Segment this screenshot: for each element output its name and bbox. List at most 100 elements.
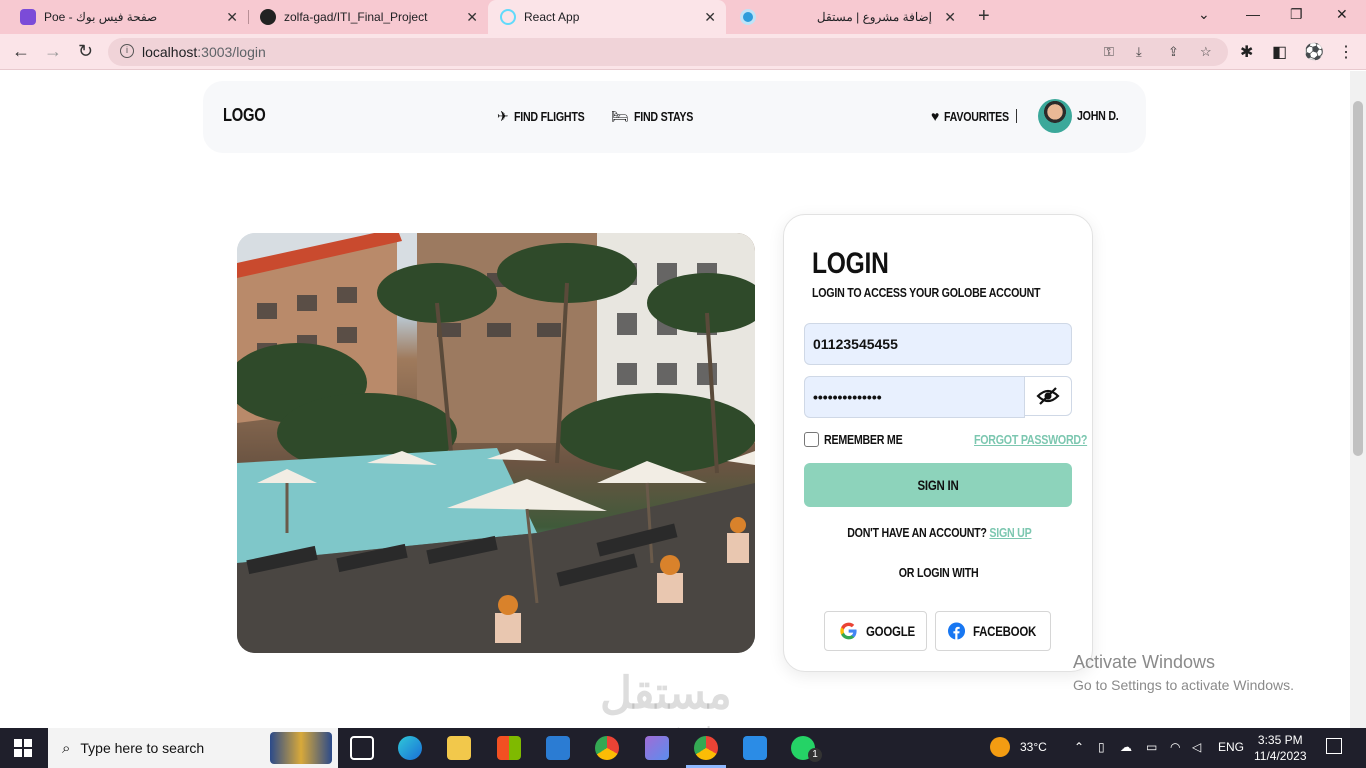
vscode-icon[interactable]	[743, 736, 767, 760]
menu-icon[interactable]: ⋮	[1338, 42, 1354, 62]
github-icon	[260, 9, 276, 25]
google-icon	[840, 622, 857, 640]
url-text[interactable]: localhost:3003/login	[142, 44, 266, 60]
tab-github[interactable]: zolfa-gad/ITI_Final_Project ✕	[248, 0, 488, 34]
toggle-password-visibility-button[interactable]	[1024, 376, 1072, 416]
remember-me[interactable]: REMEMBER ME	[804, 432, 920, 447]
volume-icon[interactable]: ◁	[1192, 740, 1201, 754]
browser-tab-bar: Poe - صفحة فيس بوك ✕ zolfa-gad/ITI_Final…	[0, 0, 1366, 34]
weather-sun-icon[interactable]	[990, 737, 1010, 757]
password-field[interactable]	[804, 376, 1025, 418]
install-icon[interactable]: ⤓	[1136, 44, 1142, 60]
key-icon[interactable]: ⚿	[1104, 44, 1114, 60]
close-icon[interactable]: ✕	[466, 9, 478, 26]
temperature[interactable]: 33°C	[1020, 740, 1047, 754]
taskbar-search-box[interactable]: ⌕ Type here to search	[48, 728, 338, 768]
file-explorer-icon[interactable]	[447, 736, 471, 760]
avatar[interactable]	[1038, 99, 1072, 133]
close-window-button[interactable]: ✕	[1336, 6, 1348, 23]
scrollbar-thumb[interactable]	[1353, 101, 1363, 456]
resort-illustration	[237, 233, 755, 653]
whatsapp-badge: 1	[808, 748, 822, 762]
back-button[interactable]: ←	[12, 41, 30, 62]
tab-title: إضافة مشروع | مستقل	[816, 10, 932, 24]
phone-field[interactable]	[804, 323, 1072, 365]
sign-up-link[interactable]: SIGN UP	[989, 525, 1031, 540]
facebook-login-button[interactable]: FACEBOOK	[935, 611, 1051, 651]
info-icon[interactable]: i	[120, 44, 134, 58]
app-icon[interactable]	[645, 736, 669, 760]
address-bar: ← → ↻ i localhost:3003/login ⚿ ⤓ ⇪ ☆	[0, 34, 1366, 70]
store-icon[interactable]	[497, 736, 521, 760]
minimize-button[interactable]: —	[1246, 6, 1260, 22]
eye-off-icon	[1036, 387, 1060, 405]
task-view-icon[interactable]	[350, 736, 374, 760]
tab-mostaql[interactable]: إضافة مشروع | مستقل ✕	[728, 0, 966, 34]
cloud-icon[interactable]: ☁	[1120, 740, 1132, 754]
or-login-with-text: OR LOGIN WITH	[899, 565, 979, 580]
nav-find-stays[interactable]: 🛏 FIND STAYS	[611, 108, 706, 125]
tab-search-chevron-icon[interactable]: ⌄	[1198, 6, 1210, 23]
share-icon[interactable]: ⇪	[1168, 44, 1179, 60]
side-panel-icon[interactable]: ◧	[1272, 42, 1287, 62]
top-navigation: LOGO ✈ FIND FLIGHTS 🛏 FIND STAYS ♥ FAVOU…	[203, 81, 1146, 153]
page-viewport: LOGO ✈ FIND FLIGHTS 🛏 FIND STAYS ♥ FAVOU…	[0, 71, 1350, 728]
mail-icon[interactable]	[546, 736, 570, 760]
google-label: GOOGLE	[866, 623, 916, 639]
mostaql-icon	[740, 9, 756, 25]
chrome-profile-icon[interactable]	[694, 736, 718, 760]
page-scrollbar[interactable]	[1350, 71, 1366, 728]
hotel-resort-image	[237, 233, 755, 653]
close-icon[interactable]: ✕	[226, 9, 238, 26]
new-tab-button[interactable]: +	[978, 5, 990, 28]
language-indicator[interactable]: ENG	[1218, 740, 1244, 754]
url-omnibox[interactable]: i localhost:3003/login ⚿ ⤓ ⇪ ☆	[108, 38, 1228, 66]
nav-find-flights[interactable]: ✈ FIND FLIGHTS	[497, 108, 600, 125]
tab-title: Poe - صفحة فيس بوك	[44, 10, 158, 24]
show-hidden-icons-chevron-icon[interactable]: ⌃	[1074, 740, 1084, 754]
close-icon[interactable]: ✕	[944, 9, 956, 26]
heart-icon: ♥	[931, 108, 940, 124]
notification-icon[interactable]	[1326, 738, 1342, 754]
restore-button[interactable]: ❐	[1290, 6, 1303, 23]
windows-taskbar: ⌕ Type here to search 1 33°C ⌃ ▯ ☁ ▭ ◠ ◁…	[0, 728, 1366, 768]
extensions-puzzle-icon[interactable]: ✱	[1240, 42, 1253, 62]
forward-button[interactable]: →	[44, 41, 62, 62]
nav-favourites[interactable]: ♥ FAVOURITES	[931, 108, 1023, 124]
site-logo[interactable]: LOGO	[223, 105, 266, 126]
forgot-password-link[interactable]: FORGOT PASSWORD?	[974, 432, 1087, 447]
tab-poe[interactable]: Poe - صفحة فيس بوك ✕	[8, 0, 248, 34]
remember-me-label: REMEMBER ME	[824, 432, 903, 447]
edge-icon[interactable]	[398, 736, 422, 760]
no-account-text: DON'T HAVE AN ACCOUNT?	[846, 525, 987, 540]
signup-prompt: DON'T HAVE AN ACCOUNT? SIGN UP	[784, 525, 1094, 540]
search-placeholder: Type here to search	[80, 740, 205, 756]
bookmark-star-icon[interactable]: ☆	[1200, 44, 1212, 60]
login-card: LOGIN LOGIN TO ACCESS YOUR GOLOBE ACCOUN…	[783, 214, 1093, 672]
remember-me-checkbox[interactable]	[804, 432, 819, 447]
google-login-button[interactable]: GOOGLE	[824, 611, 927, 651]
close-icon[interactable]: ✕	[704, 9, 716, 26]
device-icon[interactable]: ▯	[1098, 740, 1105, 754]
reload-button[interactable]: ↻	[78, 41, 93, 62]
chrome-icon[interactable]	[595, 736, 619, 760]
clock-date: 11/4/2023	[1254, 749, 1307, 763]
tab-react-app[interactable]: React App ✕	[488, 0, 726, 34]
facebook-icon	[948, 622, 966, 640]
airplane-icon: ✈	[497, 108, 509, 124]
nav-user[interactable]: JOHN D.	[1077, 108, 1128, 123]
login-title: LOGIN	[812, 247, 889, 280]
login-subtitle: LOGIN TO ACCESS YOUR GOLOBE ACCOUNT	[812, 285, 1041, 300]
phone-input[interactable]	[805, 324, 1071, 364]
search-highlight-pharaoh-icon[interactable]	[270, 732, 332, 764]
wifi-icon[interactable]: ◠	[1170, 740, 1180, 754]
tab-title: React App	[524, 10, 580, 24]
battery-icon[interactable]: ▭	[1146, 740, 1157, 754]
mostaql-watermark: مستقل	[600, 669, 732, 718]
windows-start-icon[interactable]	[14, 739, 32, 757]
taskbar-clock[interactable]: 3:35 PM 11/4/2023	[1254, 732, 1307, 764]
password-input[interactable]	[805, 377, 1024, 417]
search-icon: ⌕	[62, 739, 71, 757]
sign-in-button[interactable]: SIGN IN	[804, 463, 1072, 507]
profile-soccer-icon[interactable]: ⚽	[1304, 42, 1324, 62]
